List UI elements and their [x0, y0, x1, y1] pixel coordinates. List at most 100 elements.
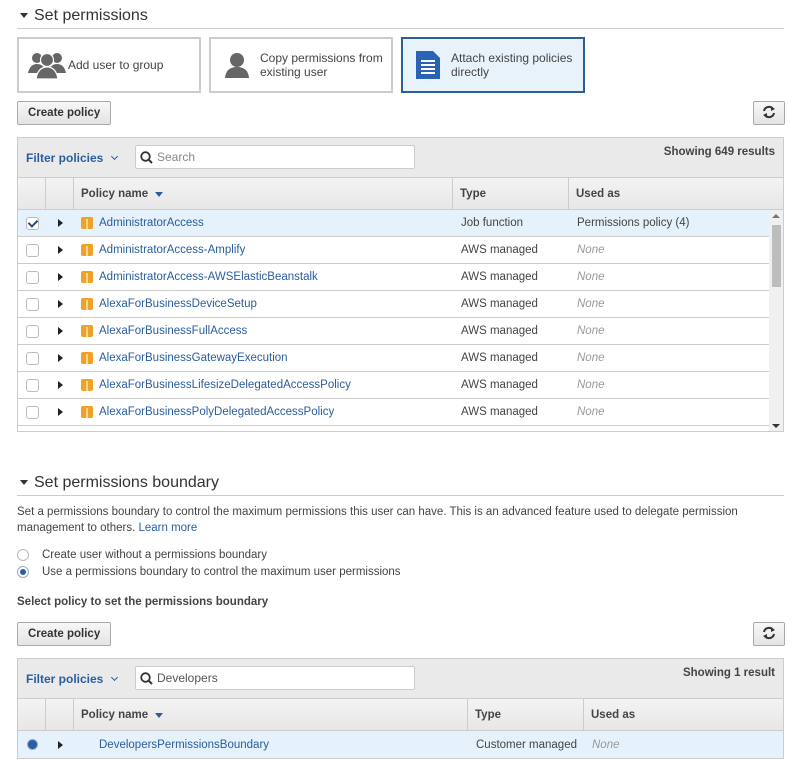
table-row[interactable]: AlexaForBusinessGatewayExecution AWS mana… [18, 345, 769, 372]
filter-policies-dropdown[interactable]: Filter policies [26, 672, 119, 686]
policy-name-cell: AdministratorAccess-Amplify [74, 244, 453, 256]
learn-more-link[interactable]: Learn more [138, 522, 197, 534]
expand-arrow-icon[interactable] [57, 381, 63, 389]
tile-copy-permissions[interactable]: Copy permissions from existing user [209, 37, 393, 93]
used-as-cell: None [577, 352, 605, 364]
policy-name-link[interactable]: DevelopersPermissionsBoundary [99, 739, 269, 751]
expand-cell [46, 300, 74, 308]
header-type[interactable]: Type [453, 178, 569, 209]
row-checkbox[interactable] [25, 243, 39, 257]
aws-policy-icon [81, 325, 93, 337]
table-row[interactable]: AdministratorAccess-AWSElasticBeanstalk A… [18, 264, 769, 291]
create-policy-button[interactable]: Create policy [17, 101, 112, 125]
scroll-up-icon[interactable] [772, 214, 780, 218]
radio-label: Use a permissions boundary to control th… [42, 566, 401, 578]
aws-policy-icon [81, 379, 93, 391]
scrollbar[interactable] [769, 210, 783, 431]
table-row[interactable]: AdministratorAccess-Amplify AWS managed No… [18, 237, 769, 264]
collapse-caret-icon[interactable] [20, 13, 28, 18]
filter-policies-dropdown[interactable]: Filter policies [26, 151, 119, 165]
select-cell [18, 324, 46, 338]
expand-cell [46, 246, 74, 254]
policy-name-link[interactable]: AlexaForBusinessPolyDelegatedAccessPolic… [99, 406, 334, 418]
aws-policy-icon [81, 271, 93, 283]
set-permissions-header[interactable]: Set permissions [17, 3, 784, 29]
policy-name-link[interactable]: AlexaForBusinessLifesizeDelegatedAccessP… [99, 379, 351, 391]
type-cell: AWS managed [461, 352, 538, 364]
permissions-boundary-header[interactable]: Set permissions boundary [17, 470, 784, 496]
used-as-cell: None [577, 406, 605, 418]
tile-attach-policies[interactable]: Attach existing policies directly [401, 37, 585, 93]
radio-button[interactable] [17, 549, 29, 561]
table-row[interactable]: AlexaForBusinessPolyDelegatedAccessPolic… [18, 399, 769, 426]
collapse-caret-icon[interactable] [20, 480, 28, 485]
search-box[interactable] [135, 666, 415, 690]
row-checkbox[interactable] [25, 216, 39, 230]
table-body: DevelopersPermissionsBoundary Customer ma… [18, 731, 783, 758]
radio-button[interactable] [17, 566, 29, 578]
header-label: Type [475, 708, 501, 721]
row-checkbox[interactable] [25, 351, 39, 365]
row-checkbox[interactable] [25, 324, 39, 338]
row-checkbox[interactable] [25, 378, 39, 392]
refresh-icon [762, 626, 776, 643]
expand-arrow-icon[interactable] [57, 273, 63, 281]
type-cell: Customer managed [476, 738, 577, 751]
filter-bar: Filter policies Showing 1 result [18, 659, 783, 699]
radio-no-boundary[interactable]: Create user without a permissions bounda… [17, 549, 267, 561]
results-count: Showing 649 results [663, 146, 775, 158]
header-expand [46, 699, 74, 730]
header-label: Type [460, 187, 486, 200]
scroll-thumb[interactable] [772, 225, 781, 287]
refresh-button[interactable] [753, 101, 785, 125]
header-used-as[interactable]: Used as [584, 699, 783, 730]
search-box[interactable] [135, 145, 415, 169]
expand-arrow-icon[interactable] [57, 300, 63, 308]
header-type[interactable]: Type [468, 699, 584, 730]
policy-name-link[interactable]: AlexaForBusinessGatewayExecution [99, 352, 288, 364]
expand-arrow-icon[interactable] [57, 246, 63, 254]
expand-cell [46, 354, 74, 362]
scroll-down-icon[interactable] [772, 424, 780, 428]
filter-bar: Filter policies Showing 649 results [18, 138, 783, 178]
expand-cell [46, 327, 74, 335]
header-select [18, 699, 46, 730]
sort-desc-icon [155, 192, 164, 197]
create-policy-button-boundary[interactable]: Create policy [17, 622, 112, 646]
row-checkbox[interactable] [25, 405, 39, 419]
table-row[interactable]: AdministratorAccess Job function Permissio… [18, 210, 769, 237]
header-used-as[interactable]: Used as [569, 178, 783, 209]
policy-name-link[interactable]: AlexaForBusinessDeviceSetup [99, 298, 257, 310]
policy-name-link[interactable]: AdministratorAccess [99, 217, 204, 229]
search-input[interactable] [157, 150, 414, 164]
expand-arrow-icon[interactable] [57, 327, 63, 335]
search-input[interactable] [157, 671, 414, 685]
table-row[interactable]: AlexaForBusinessDeviceSetup AWS managed No… [18, 291, 769, 318]
header-policy-name[interactable]: Policy name [74, 699, 468, 730]
boundary-description: Set a permissions boundary to control th… [17, 504, 757, 536]
refresh-button-boundary[interactable] [753, 622, 785, 646]
expand-arrow-icon[interactable] [57, 219, 63, 227]
row-checkbox[interactable] [25, 270, 39, 284]
expand-arrow-icon[interactable] [57, 408, 63, 416]
policy-name-cell: AlexaForBusinessFullAccess [74, 325, 453, 337]
policy-name-link[interactable]: AlexaForBusinessFullAccess [99, 325, 247, 337]
row-checkbox[interactable] [25, 297, 39, 311]
expand-arrow-icon[interactable] [57, 354, 63, 362]
policy-name-cell: DevelopersPermissionsBoundary [74, 739, 468, 751]
table-row[interactable]: DevelopersPermissionsBoundary Customer ma… [18, 731, 783, 758]
policies-table: Filter policies Showing 649 results Poli… [17, 137, 784, 432]
table-row[interactable]: AlexaForBusinessFullAccess AWS managed Non… [18, 318, 769, 345]
tile-add-user-to-group[interactable]: Add user to group [17, 37, 201, 93]
header-policy-name[interactable]: Policy name [74, 178, 453, 209]
expand-arrow-icon[interactable] [57, 740, 63, 749]
row-radio[interactable] [26, 739, 38, 750]
table-row[interactable]: AlexaForBusinessLifesizeDelegatedAccessP… [18, 372, 769, 399]
select-cell [18, 297, 46, 311]
policy-name-link[interactable]: AdministratorAccess-AWSElasticBeanstalk [99, 271, 318, 283]
used-as-cell: Permissions policy (4) [577, 217, 690, 229]
policy-name-link[interactable]: AdministratorAccess-Amplify [99, 244, 245, 256]
sort-desc-icon [155, 713, 164, 718]
radio-use-boundary[interactable]: Use a permissions boundary to control th… [17, 566, 401, 578]
expand-cell [46, 740, 74, 749]
